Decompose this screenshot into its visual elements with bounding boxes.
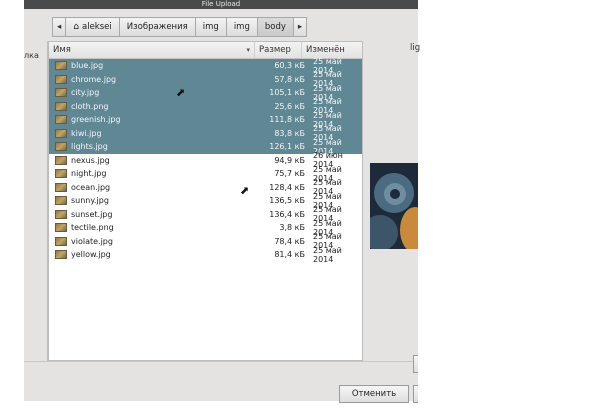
open-button[interactable] — [413, 385, 418, 403]
file-modified: 25 май 2014 — [313, 245, 342, 264]
file-name: chrome.jpg — [71, 74, 117, 84]
file-size: 60,3 кБ — [274, 61, 305, 71]
image-file-icon — [55, 209, 67, 219]
file-size: 126,1 кБ — [269, 142, 305, 152]
image-file-icon — [55, 115, 67, 125]
crumb-label: aleksei — [82, 22, 112, 32]
file-row[interactable]: yellow.jpg 81,4 кБ 25 май 2014 — [49, 245, 362, 264]
file-size: 136,4 кБ — [269, 209, 305, 219]
file-size: 81,4 кБ — [274, 250, 305, 260]
file-name: blue.jpg — [71, 61, 104, 71]
mouse-pointer-icon: ⬈ — [176, 86, 186, 99]
image-file-icon — [55, 88, 67, 98]
crumb-label: img — [202, 22, 219, 32]
path-crumb[interactable]: img — [225, 17, 258, 37]
file-size: 105,1 кБ — [269, 88, 305, 98]
crumb-label: img — [233, 22, 250, 32]
preview-shape — [390, 189, 400, 199]
filter-combo[interactable] — [413, 355, 418, 373]
path-crumb[interactable]: img — [194, 17, 227, 37]
file-list[interactable]: Имя ▾ Размер Изменён blue.jpg 60,3 кБ 25 м… — [48, 41, 363, 361]
image-file-icon — [55, 128, 67, 138]
file-name: sunset.jpg — [71, 209, 113, 219]
file-name: kiwi.jpg — [71, 128, 102, 138]
file-size: 75,7 кБ — [274, 169, 305, 179]
window-title: File Upload — [201, 0, 241, 8]
file-name: ocean.jpg — [71, 182, 111, 192]
path-bar: ◂ ⌂ aleksei Изображения img img body ▸ — [52, 17, 308, 37]
image-file-icon — [55, 74, 67, 84]
sidebar-item-label[interactable]: лка — [24, 51, 39, 60]
preview-shape — [400, 207, 418, 249]
file-name: nexus.jpg — [71, 155, 110, 165]
file-name: night.jpg — [71, 169, 107, 179]
file-size: 136,5 кБ — [269, 196, 305, 206]
file-name: cloth.png — [71, 101, 109, 111]
file-name: yellow.jpg — [71, 250, 111, 260]
path-back-button[interactable]: ◂ — [52, 17, 67, 37]
file-size: 57,8 кБ — [274, 74, 305, 84]
places-sidebar[interactable]: лка — [24, 49, 47, 299]
file-name: lights.jpg — [71, 142, 108, 152]
file-size: 25,6 кБ — [274, 101, 305, 111]
column-header-label: Имя — [53, 45, 71, 55]
column-header-size[interactable]: Размер — [255, 42, 302, 58]
path-crumb[interactable]: Изображения — [118, 17, 196, 37]
file-chooser-dialog: лка ◂ ⌂ aleksei Изображения img img body… — [24, 9, 421, 403]
column-header-name[interactable]: Имя ▾ — [49, 42, 255, 58]
file-size: 94,9 кБ — [274, 155, 305, 165]
image-file-icon — [55, 61, 67, 71]
cancel-button[interactable]: Отменить — [339, 385, 409, 403]
cancel-button-label: Отменить — [351, 389, 397, 399]
home-icon: ⌂ — [73, 22, 79, 32]
file-size: 111,8 кБ — [269, 115, 305, 125]
path-forward-button[interactable]: ▸ — [292, 17, 308, 37]
image-file-icon — [55, 155, 67, 165]
footer-divider — [24, 361, 418, 362]
sort-descending-icon: ▾ — [246, 46, 250, 54]
preview-shape — [370, 215, 398, 249]
image-file-icon — [55, 223, 67, 233]
file-list-header: Имя ▾ Размер Изменён — [49, 42, 362, 59]
image-file-icon — [55, 236, 67, 246]
file-size: 83,8 кБ — [274, 128, 305, 138]
chevron-right-icon: ▸ — [297, 22, 303, 32]
mouse-pointer-icon: ⬈ — [240, 184, 250, 197]
column-header-label: Размер — [259, 45, 291, 55]
path-crumb-current[interactable]: body — [256, 17, 294, 37]
image-file-icon — [55, 250, 67, 260]
image-preview — [370, 163, 418, 249]
window-titlebar: File Upload — [24, 0, 418, 9]
file-rows: blue.jpg 60,3 кБ 25 май 2014 chrome.jpg 57,8… — [49, 57, 362, 264]
file-size: 78,4 кБ — [274, 236, 305, 246]
image-file-icon — [55, 196, 67, 206]
crumb-label: Изображения — [126, 22, 188, 32]
image-file-icon — [55, 169, 67, 179]
image-file-icon — [55, 142, 67, 152]
file-name: greenish.jpg — [71, 115, 121, 125]
file-name: violate.jpg — [71, 236, 113, 246]
image-file-icon — [55, 182, 67, 192]
preview-label: lig — [410, 43, 421, 53]
crumb-label: body — [264, 22, 286, 32]
image-file-icon — [55, 101, 67, 111]
file-name: city.jpg — [71, 88, 100, 98]
file-size: 3,8 кБ — [279, 223, 305, 233]
file-name: tectile.png — [71, 223, 114, 233]
file-name: sunny.jpg — [71, 196, 109, 206]
chevron-left-icon: ◂ — [57, 22, 62, 32]
path-crumb-home[interactable]: ⌂ aleksei — [65, 17, 120, 37]
column-header-label: Изменён — [306, 45, 345, 55]
column-header-modified[interactable]: Изменён — [302, 42, 362, 58]
file-size: 128,4 кБ — [269, 182, 305, 192]
